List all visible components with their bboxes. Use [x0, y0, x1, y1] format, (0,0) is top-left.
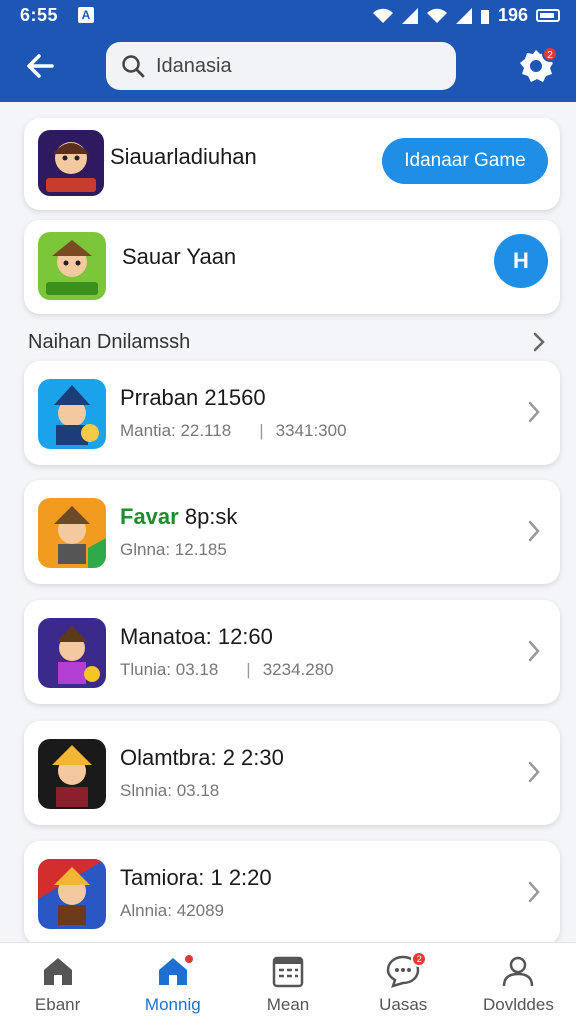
featured-game-name: Sauar Yaan — [122, 244, 237, 269]
game-title: Prraban 21560 — [120, 385, 266, 411]
game-logo-icon — [38, 618, 106, 688]
list-item[interactable]: Manatoa: 12:60 Tlunia: 03.18 | 3234.280 — [24, 600, 560, 704]
chevron-right-icon — [528, 640, 540, 662]
wifi-icon-2 — [426, 8, 447, 23]
featured-card-2[interactable]: Sauar Yaan H — [24, 220, 560, 314]
game-title: Olamtbra: 2 2:30 — [120, 745, 284, 771]
section-title: Naihan Dnilamssh — [28, 331, 191, 353]
play-game-button[interactable]: Idanaar Game — [382, 138, 548, 184]
nav-item-monnig[interactable]: Monnig — [115, 943, 230, 1024]
game-title-text: Tamiora: 1 2:20 — [120, 865, 272, 890]
nav-badge-count: 2 — [411, 951, 428, 967]
game-title: Favar 8p:sk — [120, 504, 237, 530]
nav-item-mean[interactable]: Mean — [230, 943, 345, 1024]
settings-button[interactable]: 2 — [516, 46, 558, 86]
game-logo-icon — [38, 379, 106, 449]
game-meta: Glnna: 12.185 — [120, 540, 227, 560]
chevron-right-icon — [528, 761, 540, 783]
game-title-highlight: Favar — [120, 504, 179, 529]
status-bar: 6:55 A 196 — [0, 0, 576, 30]
game-logo-icon — [38, 739, 106, 809]
notification-a-icon: A — [78, 7, 94, 23]
chevron-right-icon — [528, 520, 540, 542]
featured-card-1[interactable]: Siauarladiuhan Idanaar Game — [24, 118, 560, 210]
nav-label: Ebanr — [34, 995, 81, 1014]
battery-small-icon — [480, 9, 489, 24]
meta-left: Alnnia: 42089 — [120, 901, 224, 920]
back-arrow-icon[interactable] — [22, 48, 58, 84]
game-thumbnail — [38, 232, 106, 300]
list-item[interactable]: Prraban 21560 Mantia: 22.118 | 3341:300 — [24, 361, 560, 465]
game-title-text: Olamtbra: 2 2:30 — [120, 745, 284, 770]
nav-item-uasas[interactable]: 2 Uasas — [346, 943, 461, 1024]
profile-icon — [503, 956, 534, 987]
chevron-right-icon — [528, 401, 540, 423]
chevron-right-icon — [528, 881, 540, 903]
search-icon — [122, 55, 145, 78]
meta-left: Slnnia: 03.18 — [120, 781, 220, 800]
game-meta: Alnnia: 42089 — [120, 901, 224, 921]
status-time: 6:55 — [20, 5, 59, 25]
game-thumbnail — [38, 859, 106, 929]
game-logo-icon — [38, 130, 104, 196]
game-title-text: Prraban 21560 — [120, 385, 266, 410]
meta-left: Mantia: 22.118 — [120, 421, 232, 440]
search-input[interactable] — [156, 54, 436, 78]
signal-icon — [401, 7, 418, 24]
game-meta: Tlunia: 03.18 | 3234.280 — [120, 660, 334, 680]
battery-icon — [536, 9, 560, 22]
featured-game-name: Siauarladiuhan — [110, 144, 257, 169]
action-button[interactable]: H — [494, 234, 548, 288]
game-logo-icon — [38, 232, 106, 300]
nav-label: Mean — [266, 995, 310, 1014]
battery-level: 196 — [497, 5, 528, 25]
app-header: 6:55 A 196 2 — [0, 0, 576, 102]
nav-label: Uasas — [379, 995, 428, 1014]
nav-label: Monnig — [144, 995, 201, 1014]
game-meta: Slnnia: 03.18 — [120, 781, 219, 801]
list-item[interactable]: Tamiora: 1 2:20 Alnnia: 42089 — [24, 841, 560, 945]
meta-right: 3234.280 — [262, 660, 334, 679]
game-title-text: 8p:sk — [178, 504, 238, 529]
game-thumbnail — [38, 739, 106, 809]
meta-left: Tlunia: 03.18 — [120, 660, 219, 679]
game-title: Manatoa: 12:60 — [120, 624, 273, 650]
notification-badge: 2 — [542, 46, 558, 62]
game-thumbnail — [38, 618, 106, 688]
meta-separator: | — [259, 421, 264, 440]
game-meta: Mantia: 22.118 | 3341:300 — [120, 421, 347, 441]
meta-right: 3341:300 — [275, 421, 347, 440]
search-bar[interactable] — [106, 42, 456, 90]
game-logo-icon — [38, 859, 106, 929]
nav-label: Dovlddes — [482, 995, 554, 1014]
game-logo-icon — [38, 498, 106, 568]
game-title-text: Manatoa: 12:60 — [120, 624, 273, 649]
meta-separator: | — [246, 660, 251, 679]
list-item[interactable]: Favar 8p:sk Glnna: 12.185 — [24, 480, 560, 584]
wifi-icon — [372, 8, 393, 23]
list-item[interactable]: Olamtbra: 2 2:30 Slnnia: 03.18 — [24, 721, 560, 825]
nav-badge-dot — [182, 953, 195, 965]
signal-icon-2 — [455, 7, 472, 24]
chevron-right-icon[interactable] — [528, 330, 550, 354]
meta-left: Glnna: 12.185 — [120, 540, 227, 559]
nav-item-dovlddes[interactable]: Dovlddes — [461, 943, 576, 1024]
game-thumbnail — [38, 130, 104, 196]
bottom-nav: Ebanr Monnig Mean 2 Uasas Dovlddes — [0, 942, 576, 1024]
game-thumbnail — [38, 379, 106, 449]
nav-item-home[interactable]: Ebanr — [0, 943, 115, 1024]
game-thumbnail — [38, 498, 106, 568]
game-title: Tamiora: 1 2:20 — [120, 865, 272, 891]
home-icon — [43, 958, 72, 985]
calendar-icon — [272, 956, 304, 988]
